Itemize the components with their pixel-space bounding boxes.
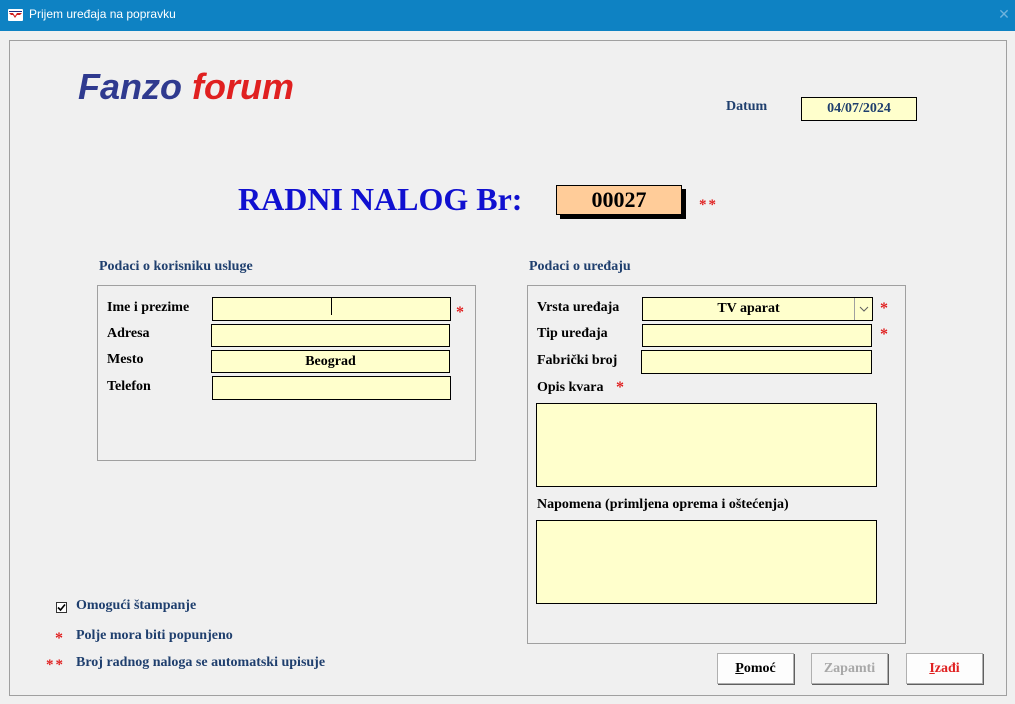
city-label: Mesto xyxy=(107,352,144,367)
fault-required-marker: * xyxy=(616,379,624,396)
logo-part2: forum xyxy=(192,66,295,107)
city-field[interactable]: Beograd xyxy=(211,350,450,373)
phone-label: Telefon xyxy=(107,379,151,394)
address-label: Adresa xyxy=(107,326,150,341)
help-button[interactable]: Pomoć xyxy=(717,653,794,684)
serial-field[interactable] xyxy=(641,350,872,374)
address-field[interactable] xyxy=(211,324,450,347)
device-type-required-marker: * xyxy=(880,300,888,317)
note-label: Napomena (primljena oprema i oštećenja) xyxy=(537,497,789,512)
device-type-value: TV aparat xyxy=(717,301,780,316)
device-model-label: Tip uređaja xyxy=(537,326,608,341)
fault-label: Opis kvara xyxy=(537,380,604,395)
app-icon xyxy=(8,9,23,21)
help-button-rest: omoć xyxy=(743,661,776,676)
device-model-required-marker: * xyxy=(880,326,888,343)
customer-section-title: Podaci o korisniku usluge xyxy=(99,259,253,274)
order-number-field: 00027 xyxy=(556,185,682,215)
note-textarea[interactable] xyxy=(536,520,877,604)
legend-required-text: Polje mora biti popunjeno xyxy=(76,628,233,643)
device-type-select[interactable]: TV aparat xyxy=(642,297,873,321)
window-title: Prijem uređaja na popravku xyxy=(29,7,176,21)
print-enabled-label[interactable]: Omogući štampanje xyxy=(76,598,196,614)
dropdown-button[interactable] xyxy=(854,298,872,320)
device-type-label: Vrsta uređaja xyxy=(537,300,620,315)
phone-field[interactable] xyxy=(212,376,451,400)
save-button[interactable]: Zapamti xyxy=(811,653,888,684)
legend-auto-number-text: Broj radnog naloga se automatski upisuje xyxy=(76,655,326,670)
device-model-field[interactable] xyxy=(642,324,872,347)
logo-part1: Fanzo xyxy=(78,66,182,107)
print-enabled-checkbox[interactable] xyxy=(56,602,67,613)
date-label: Datum xyxy=(726,99,768,114)
legend-double-marker: ** xyxy=(46,657,65,673)
checkmark-icon xyxy=(57,603,66,612)
date-field[interactable]: 04/07/2024 xyxy=(801,97,917,121)
close-icon[interactable]: ✕ xyxy=(995,3,1013,27)
chevron-down-icon xyxy=(859,306,869,312)
name-required-marker: * xyxy=(456,304,464,321)
order-auto-marker: ** xyxy=(699,197,718,213)
text-cursor xyxy=(331,298,332,315)
logo: Fanzo forum xyxy=(78,66,294,108)
help-button-mnemonic: P xyxy=(735,661,744,676)
order-title: RADNI NALOG Br: xyxy=(238,181,523,217)
device-section-title: Podaci o uređaju xyxy=(529,259,631,274)
name-label: Ime i prezime xyxy=(107,300,190,315)
fault-description-textarea[interactable] xyxy=(536,403,877,487)
exit-button[interactable]: Izađi xyxy=(906,653,983,684)
legend-single-marker: * xyxy=(55,630,63,647)
exit-button-rest: zađi xyxy=(934,661,960,676)
title-bar: Prijem uređaja na popravku ✕ xyxy=(0,0,1015,31)
serial-label: Fabrički broj xyxy=(537,353,618,368)
